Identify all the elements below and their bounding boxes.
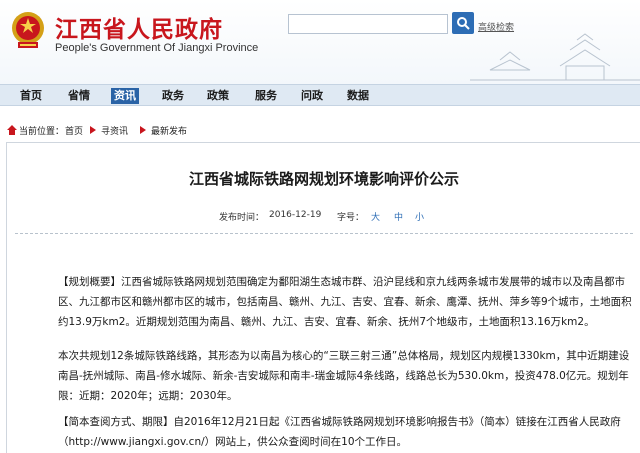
article-paragraph: 【简本查阅方式、期限】自2016年12月21日起《江西省城际铁路网规划环境影响报… [58, 416, 621, 448]
nav-item-province[interactable]: 省情 [65, 88, 93, 104]
font-size-large[interactable]: 大 [371, 210, 380, 223]
site-title[interactable]: 江西省人民政府 [55, 10, 223, 44]
font-size-small[interactable]: 小 [415, 210, 424, 223]
article-paragraph: 本次共规划12条城际铁路线路，其形态为以南昌为核心的“三联三射三通”总体格局，规… [58, 350, 630, 402]
font-size-medium[interactable]: 中 [394, 210, 403, 223]
breadcrumb-latest[interactable]: 最新发布 [151, 124, 187, 137]
nav-item-policy[interactable]: 政策 [204, 88, 232, 104]
main-nav: 首页 省情 资讯 政务 政策 服务 问政 数据 [0, 84, 640, 106]
home-icon [7, 125, 17, 135]
article-title: 江西省城际铁路网规划环境影响评价公示 [188, 170, 459, 188]
article-paragraph: 【规划概要】江西省城际铁路网规划范围确定为鄱阳湖生态城市群、沿沪昆线和京九线两条… [58, 276, 632, 328]
search-input[interactable] [288, 14, 448, 34]
breadcrumb-news[interactable]: 寻资讯 [101, 124, 128, 137]
nav-item-home[interactable]: 首页 [17, 88, 45, 104]
font-size-label: 字号： [337, 213, 365, 223]
breadcrumb-arrow-icon [90, 126, 96, 134]
nav-item-data[interactable]: 数据 [344, 88, 372, 104]
title-divider [15, 233, 633, 234]
breadcrumb: 当前位置： 首页 寻资讯 最新发布 [0, 124, 640, 138]
publish-date-label: 发布时间： [219, 213, 265, 223]
site-header: 江西省人民政府 People's Government Of Jiangxi P… [0, 0, 640, 84]
breadcrumb-home[interactable]: 首页 [65, 124, 83, 137]
national-emblem-icon [12, 12, 44, 48]
breadcrumb-arrow-icon [140, 126, 146, 134]
nav-item-news[interactable]: 资讯 [111, 88, 139, 104]
pavilion-illustration [470, 33, 640, 81]
breadcrumb-prefix: 当前位置： [19, 127, 65, 137]
search-icon [457, 17, 470, 30]
nav-item-service[interactable]: 服务 [252, 88, 280, 104]
site-title-en: People's Government Of Jiangxi Province [55, 42, 259, 54]
publish-date: 2016-12-19 [269, 210, 322, 220]
nav-item-inquiry[interactable]: 问政 [298, 88, 326, 104]
nav-item-government[interactable]: 政务 [159, 88, 187, 104]
